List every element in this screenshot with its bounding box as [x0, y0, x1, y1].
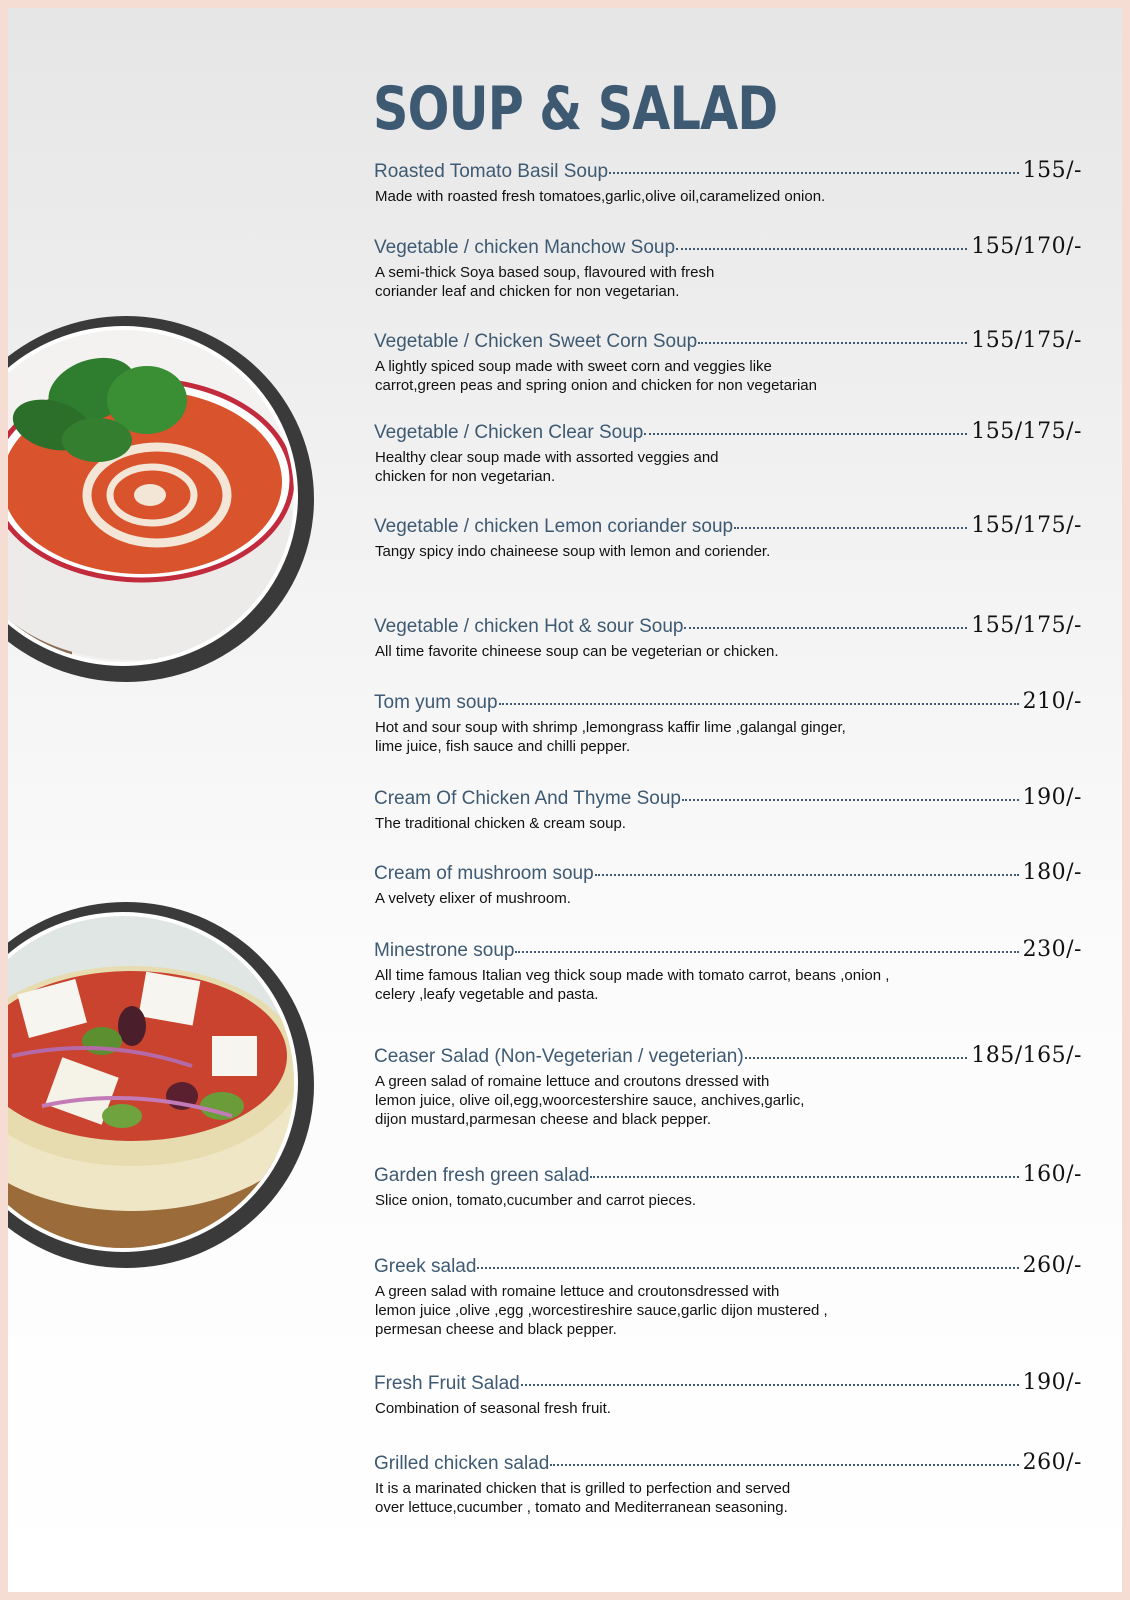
- menu-item-description: A semi-thick Soya based soup, flavoured …: [375, 264, 715, 300]
- dot-leader: [644, 433, 968, 435]
- menu-item-description: Hot and sour soup with shrimp ,lemongras…: [375, 719, 846, 755]
- menu-item-row: Grilled chicken salad 260/-: [374, 1450, 1082, 1478]
- menu-item-name: Garden fresh green salad: [374, 1165, 590, 1186]
- menu-item-row: Tom yum soup 210/-: [374, 689, 1082, 717]
- menu-item: Cream Of Chicken And Thyme Soup 190/- The …: [374, 785, 1082, 833]
- dot-leader: [520, 1384, 1019, 1386]
- menu-item: Vegetable / chicken Manchow Soup 155/170/…: [374, 234, 1082, 301]
- menu-item-name: Fresh Fruit Salad: [374, 1373, 520, 1394]
- menu-item-price: 260/-: [1022, 1450, 1082, 1475]
- menu-item-description: Made with roasted fresh tomatoes,garlic,…: [375, 188, 826, 205]
- menu-item-row: Vegetable / Chicken Sweet Corn Soup 155/1…: [374, 328, 1082, 356]
- menu-item-row: Roasted Tomato Basil Soup 155/-: [374, 158, 1082, 186]
- menu-item-name: Vegetable / Chicken Clear Soup: [374, 422, 644, 443]
- menu-item-row: Minestrone soup 230/-: [374, 937, 1082, 965]
- menu-item-description: The traditional chicken & cream soup.: [375, 815, 626, 832]
- menu-item-row: Fresh Fruit Salad 190/-: [374, 1370, 1082, 1398]
- dot-leader: [681, 799, 1019, 801]
- menu-item-price: 190/-: [1022, 785, 1082, 810]
- menu-item-description: A lightly spiced soup made with sweet co…: [375, 358, 817, 394]
- menu-item: Ceaser Salad (Non-Vegeterian / vegeteria…: [374, 1043, 1082, 1129]
- menu-item-description: All time famous Italian veg thick soup m…: [375, 967, 890, 1003]
- menu-item-name: Cream Of Chicken And Thyme Soup: [374, 788, 681, 809]
- menu-item-name: Grilled chicken salad: [374, 1453, 550, 1474]
- dot-leader: [734, 527, 968, 529]
- menu-item-price: 210/-: [1022, 689, 1082, 714]
- menu-item-description: Slice onion, tomato,cucumber and carrot …: [375, 1192, 696, 1209]
- menu-item: Minestrone soup 230/- All time famous Ital…: [374, 937, 1082, 1004]
- menu-item-price: 155/175/-: [971, 613, 1082, 638]
- menu-item-price: 155/175/-: [971, 513, 1082, 538]
- menu-item-name: Minestrone soup: [374, 940, 515, 961]
- dot-leader: [684, 627, 968, 629]
- menu-item-name: Vegetable / Chicken Sweet Corn Soup: [374, 331, 698, 352]
- menu-item-row: Cream of mushroom soup 180/-: [374, 860, 1082, 888]
- menu-item: Garden fresh green salad 160/- Slice onion…: [374, 1162, 1082, 1210]
- menu-item-price: 155/175/-: [971, 328, 1082, 353]
- dot-leader: [515, 951, 1019, 953]
- menu-item-row: Ceaser Salad (Non-Vegeterian / vegeteria…: [374, 1043, 1082, 1071]
- dot-leader: [550, 1464, 1019, 1466]
- menu-item: Greek salad 260/- A green salad with romai…: [374, 1253, 1082, 1339]
- menu-item: Fresh Fruit Salad 190/- Combination of sea…: [374, 1370, 1082, 1418]
- menu-item: Vegetable / Chicken Sweet Corn Soup 155/1…: [374, 328, 1082, 395]
- menu-item-price: 155/170/-: [971, 234, 1082, 259]
- menu-item: Cream of mushroom soup 180/- A velvety eli…: [374, 860, 1082, 908]
- menu-item-description: A green salad with romaine lettuce and c…: [375, 1283, 828, 1338]
- menu-item-price: 160/-: [1022, 1162, 1082, 1187]
- menu-item-price: 180/-: [1022, 860, 1082, 885]
- menu-item-description: It is a marinated chicken that is grille…: [375, 1480, 791, 1516]
- menu-item-name: Greek salad: [374, 1256, 477, 1277]
- dot-leader: [698, 342, 968, 344]
- dot-leader: [590, 1176, 1019, 1178]
- menu-item-price: 230/-: [1022, 937, 1082, 962]
- menu-item-description: Combination of seasonal fresh fruit.: [375, 1400, 611, 1417]
- menu-item: Vegetable / Chicken Clear Soup 155/175/- H…: [374, 419, 1082, 486]
- menu-item-name: Tom yum soup: [374, 692, 498, 713]
- dot-leader: [594, 874, 1019, 876]
- menu-item: Grilled chicken salad 260/- It is a marina…: [374, 1450, 1082, 1517]
- page-title: SOUP & SALAD: [373, 74, 778, 144]
- dot-leader: [609, 172, 1019, 174]
- menu-item-name: Vegetable / chicken Lemon coriander soup: [374, 516, 734, 537]
- menu-item-row: Vegetable / chicken Hot & sour Soup 155/1…: [374, 613, 1082, 641]
- menu-item-description: Tangy spicy indo chaineese soup with lem…: [375, 543, 771, 560]
- menu-item-row: Vegetable / chicken Manchow Soup 155/170/…: [374, 234, 1082, 262]
- menu-item-price: 190/-: [1022, 1370, 1082, 1395]
- menu-item-description: A velvety elixer of mushroom.: [375, 890, 571, 907]
- menu-item-row: Cream Of Chicken And Thyme Soup 190/-: [374, 785, 1082, 813]
- menu-item-price: 155/175/-: [971, 419, 1082, 444]
- menu-item: Vegetable / chicken Lemon coriander soup…: [374, 513, 1082, 561]
- menu-item: Tom yum soup 210/- Hot and sour soup with …: [374, 689, 1082, 756]
- menu-item-row: Vegetable / Chicken Clear Soup 155/175/-: [374, 419, 1082, 447]
- menu-item-price: 155/-: [1022, 158, 1082, 183]
- menu-item-description: A green salad of romaine lettuce and cro…: [375, 1073, 805, 1128]
- menu-item-name: Cream of mushroom soup: [374, 863, 594, 884]
- menu-item: Vegetable / chicken Hot & sour Soup 155/1…: [374, 613, 1082, 661]
- menu-item: Roasted Tomato Basil Soup 155/- Made with …: [374, 158, 1082, 206]
- dot-leader: [477, 1267, 1019, 1269]
- dot-leader: [676, 248, 968, 250]
- menu-item-row: Vegetable / chicken Lemon coriander soup…: [374, 513, 1082, 541]
- menu-item-row: Greek salad 260/-: [374, 1253, 1082, 1281]
- menu-item-name: Roasted Tomato Basil Soup: [374, 161, 609, 182]
- menu-item-row: Garden fresh green salad 160/-: [374, 1162, 1082, 1190]
- menu-item-price: 185/165/-: [971, 1043, 1082, 1068]
- menu-page: SOUP & SALAD Roasted Tomato Basil Soup 15…: [8, 8, 1122, 1592]
- menu-item-name: Vegetable / chicken Manchow Soup: [374, 237, 676, 258]
- menu-item-name: Ceaser Salad (Non-Vegeterian / vegeteria…: [374, 1046, 744, 1067]
- dot-leader: [744, 1057, 968, 1059]
- menu-item-description: Healthy clear soup made with assorted ve…: [375, 449, 719, 485]
- menu-item-name: Vegetable / chicken Hot & sour Soup: [374, 616, 684, 637]
- menu-item-price: 260/-: [1022, 1253, 1082, 1278]
- dot-leader: [498, 703, 1019, 705]
- menu-item-description: All time favorite chineese soup can be v…: [375, 643, 779, 660]
